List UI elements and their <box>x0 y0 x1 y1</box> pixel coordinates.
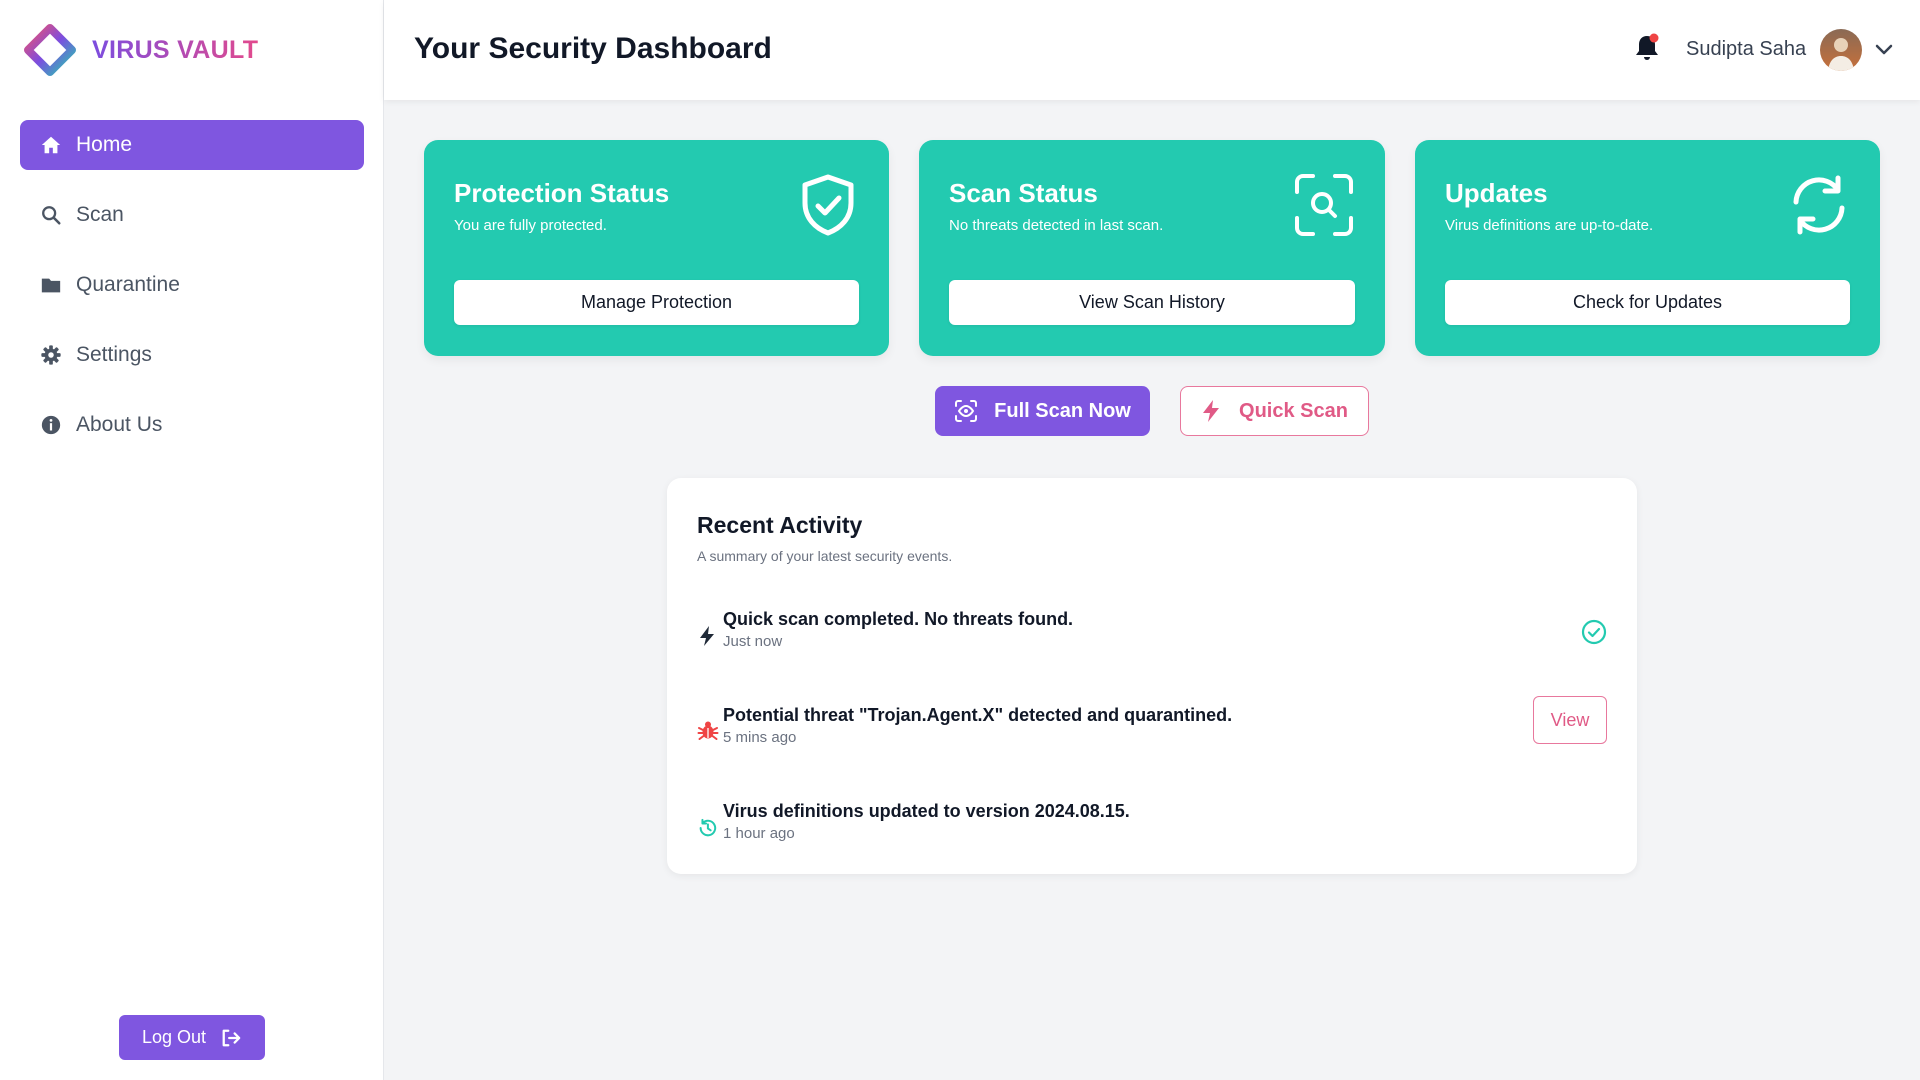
sidebar-item-home[interactable]: Home <box>20 120 364 170</box>
avatar[interactable] <box>1820 29 1862 71</box>
sidebar-item-label: Home <box>76 133 133 156</box>
card-subtitle: No threats detected in last scan. <box>949 217 1164 234</box>
activity-item: Potential threat "Trojan.Agent.X" detect… <box>697 696 1607 765</box>
brand[interactable]: VIRUS VAULT <box>24 24 258 76</box>
bug-icon <box>697 721 719 740</box>
scan-status-card: Scan Status No threats detected in last … <box>919 140 1385 356</box>
full-scan-label: Full Scan Now <box>994 399 1131 422</box>
home-icon <box>40 134 62 156</box>
gear-icon <box>40 344 62 366</box>
sidebar: VIRUS VAULT Home Scan Quarantine Setting… <box>0 0 384 1080</box>
search-icon <box>40 204 62 226</box>
chevron-down-icon[interactable] <box>1872 38 1896 62</box>
protection-status-card: Protection Status You are fully protecte… <box>424 140 889 356</box>
card-title: Protection Status <box>454 178 670 208</box>
logo-icon <box>24 24 76 76</box>
card-title: Scan Status <box>949 178 1098 208</box>
bell-icon[interactable] <box>1632 32 1662 64</box>
sidebar-item-settings[interactable]: Settings <box>20 330 364 380</box>
activity-text: Potential threat "Trojan.Agent.X" detect… <box>723 705 1233 725</box>
activity-text: Quick scan completed. No threats found. <box>723 609 1074 629</box>
check-for-updates-button[interactable]: Check for Updates <box>1445 280 1850 325</box>
folder-icon <box>40 274 62 296</box>
sidebar-item-label: Settings <box>76 343 152 366</box>
quick-scan-label: Quick Scan <box>1239 399 1348 422</box>
logout-icon <box>222 1029 241 1046</box>
activity-item: Quick scan completed. No threats found. … <box>697 609 1607 669</box>
activity-title: Recent Activity <box>697 512 863 538</box>
sidebar-item-scan[interactable]: Scan <box>20 190 364 240</box>
refresh-icon <box>1793 175 1845 235</box>
check-circle-icon <box>1581 619 1607 645</box>
history-icon <box>699 818 717 837</box>
card-subtitle: Virus definitions are up-to-date. <box>1445 217 1654 234</box>
updates-card: Updates Virus definitions are up-to-date… <box>1415 140 1880 356</box>
sidebar-item-quarantine[interactable]: Quarantine <box>20 260 364 310</box>
user-name[interactable]: Sudipta Saha <box>1686 38 1806 61</box>
quick-scan-button[interactable]: Quick Scan <box>1180 386 1369 436</box>
card-subtitle: You are fully protected. <box>454 217 607 234</box>
scan-eye-icon <box>955 400 978 422</box>
logout-button[interactable]: Log Out <box>119 1015 265 1060</box>
bolt-icon <box>700 626 714 646</box>
brand-name: VIRUS VAULT <box>92 35 259 64</box>
activity-text: Virus definitions updated to version 202… <box>723 801 1130 821</box>
scan-search-icon <box>1295 174 1353 236</box>
sidebar-item-label: About Us <box>76 413 163 436</box>
top-header: Your Security Dashboard Sudipta Saha <box>384 0 1920 100</box>
activity-time: 1 hour ago <box>723 825 795 842</box>
view-scan-history-button[interactable]: View Scan History <box>949 280 1355 325</box>
activity-time: Just now <box>723 633 783 650</box>
card-title: Updates <box>1445 178 1548 208</box>
view-threat-button[interactable]: View <box>1533 696 1607 744</box>
info-icon <box>40 414 62 436</box>
recent-activity-panel: Recent Activity A summary of your latest… <box>667 478 1637 874</box>
sidebar-item-about[interactable]: About Us <box>20 400 364 450</box>
manage-protection-button[interactable]: Manage Protection <box>454 280 859 325</box>
full-scan-button[interactable]: Full Scan Now <box>935 386 1150 436</box>
sidebar-nav: Home Scan Quarantine Settings About Us <box>20 120 364 470</box>
page-title: Your Security Dashboard <box>414 32 772 65</box>
shield-check-icon <box>802 174 854 236</box>
activity-time: 5 mins ago <box>723 729 797 746</box>
sidebar-item-label: Quarantine <box>76 273 180 296</box>
activity-subtitle: A summary of your latest security events… <box>697 548 953 564</box>
bolt-icon <box>1203 400 1220 422</box>
sidebar-item-label: Scan <box>76 203 124 226</box>
notification-dot <box>1649 33 1659 43</box>
activity-item: Virus definitions updated to version 202… <box>697 801 1607 861</box>
logout-label: Log Out <box>141 1027 207 1047</box>
